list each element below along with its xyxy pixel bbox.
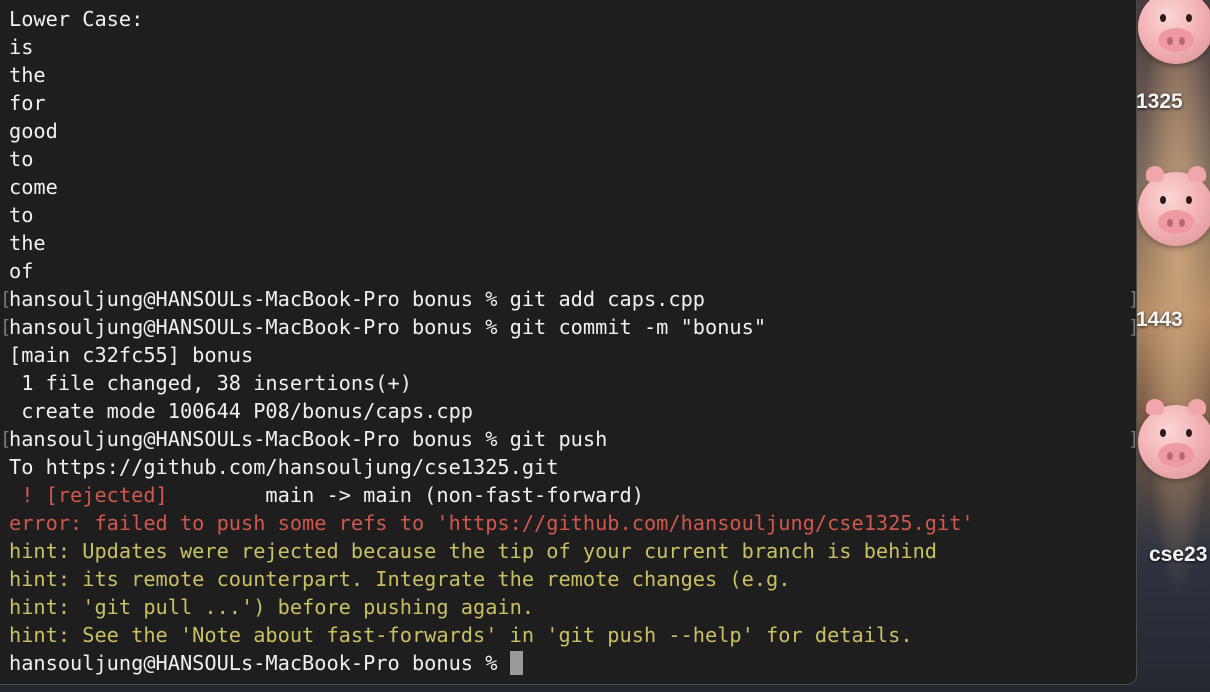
terminal-line: error: failed to push some refs to 'http…: [9, 509, 1136, 537]
terminal-line: 1 file changed, 38 insertions(+): [9, 369, 1136, 397]
terminal-line: of: [9, 257, 1136, 285]
terminal-window[interactable]: Lower Case: is the for good to come to the of hans…: [0, 0, 1137, 685]
terminal-line-text: hansouljung@HANSOULs-MacBook-Pro bonus %…: [9, 315, 767, 339]
desktop-folder-label-cse23[interactable]: cse23: [1149, 543, 1207, 567]
terminal-line-text: hint: See the 'Note about fast-forwards'…: [9, 623, 913, 647]
pig-folder-icon[interactable]: [1138, 0, 1210, 64]
terminal-line-text: the: [9, 63, 46, 87]
prompt-mark-right: ]: [1128, 425, 1136, 453]
current-prompt-line[interactable]: hansouljung@HANSOULs-MacBook-Pro bonus %: [9, 649, 1136, 677]
desktop-folder-label-1325[interactable]: 1325: [1136, 90, 1183, 114]
terminal-line-text: hint: its remote counterpart. Integrate …: [9, 567, 791, 591]
terminal-line-text: [main c32fc55] bonus: [9, 343, 254, 367]
terminal-line: the: [9, 61, 1136, 89]
rejected-marker: ! [rejected]: [9, 483, 168, 507]
terminal-line: for: [9, 89, 1136, 117]
terminal-line: hansouljung@HANSOULs-MacBook-Pro bonus %…: [0, 313, 1136, 341]
terminal-line-text: the: [9, 231, 46, 255]
terminal-line: hansouljung@HANSOULs-MacBook-Pro bonus %…: [0, 285, 1136, 313]
terminal-line-text: hint: 'git pull ...') before pushing aga…: [9, 595, 535, 619]
desktop-folder-label-1443[interactable]: 1443: [1136, 308, 1183, 332]
terminal-line: hint: Updates were rejected because the …: [9, 537, 1136, 565]
terminal-line: to: [9, 145, 1136, 173]
terminal-line: to: [9, 201, 1136, 229]
terminal-line-text: hansouljung@HANSOULs-MacBook-Pro bonus %…: [9, 287, 705, 311]
terminal-line: come: [9, 173, 1136, 201]
rejected-detail: main -> main (non-fast-forward): [167, 483, 644, 507]
terminal-line: create mode 100644 P08/bonus/caps.cpp: [9, 397, 1136, 425]
terminal-line-text: To https://github.com/hansouljung/cse132…: [9, 455, 559, 479]
terminal-line-text: is: [9, 35, 34, 59]
terminal-line-text: good: [9, 119, 58, 143]
prompt-mark-right: ]: [1128, 285, 1136, 313]
terminal-line-text: 1 file changed, 38 insertions(+): [9, 371, 412, 395]
terminal-line: hint: 'git pull ...') before pushing aga…: [9, 593, 1136, 621]
terminal-line-text: error: failed to push some refs to 'http…: [9, 511, 974, 535]
terminal-line: good: [9, 117, 1136, 145]
text-cursor: [509, 651, 523, 675]
terminal-line-text: of: [9, 259, 34, 283]
terminal-line: To https://github.com/hansouljung/cse132…: [9, 453, 1136, 481]
terminal-line-text: to: [9, 203, 34, 227]
terminal-line-text: come: [9, 175, 58, 199]
pig-folder-icon[interactable]: [1138, 166, 1210, 246]
prompt-mark-right: ]: [1128, 313, 1136, 341]
terminal-line-text: for: [9, 91, 46, 115]
pig-folder-icon[interactable]: [1138, 399, 1210, 479]
terminal-line: hint: See the 'Note about fast-forwards'…: [9, 621, 1136, 649]
terminal-output: Lower Case: is the for good to come to the of hans…: [0, 5, 1136, 677]
screen: 1325 1443 cse23 Lower Case: is the for good t…: [0, 0, 1210, 692]
terminal-line: hint: its remote counterpart. Integrate …: [9, 565, 1136, 593]
prompt-mark-left: [: [0, 288, 12, 310]
terminal-line-text: hansouljung@HANSOULs-MacBook-Pro bonus %…: [9, 427, 608, 451]
prompt-mark-left: [: [0, 428, 12, 450]
terminal-line: Lower Case:: [9, 5, 1136, 33]
terminal-line-text: Lower Case:: [9, 7, 144, 31]
terminal-line: hansouljung@HANSOULs-MacBook-Pro bonus %…: [0, 425, 1136, 453]
terminal-line: ! [rejected] main -> main (non-fast-forw…: [9, 481, 1136, 509]
terminal-line: the: [9, 229, 1136, 257]
desktop-wallpaper: 1325 1443 cse23: [1130, 0, 1210, 692]
terminal-line-text: create mode 100644 P08/bonus/caps.cpp: [9, 399, 473, 423]
terminal-line: is: [9, 33, 1136, 61]
shell-prompt: hansouljung@HANSOULs-MacBook-Pro bonus %: [9, 651, 510, 675]
terminal-line-text: hint: Updates were rejected because the …: [9, 539, 937, 563]
prompt-mark-left: [: [0, 316, 12, 338]
terminal-line-text: to: [9, 147, 34, 171]
terminal-line: [main c32fc55] bonus: [9, 341, 1136, 369]
